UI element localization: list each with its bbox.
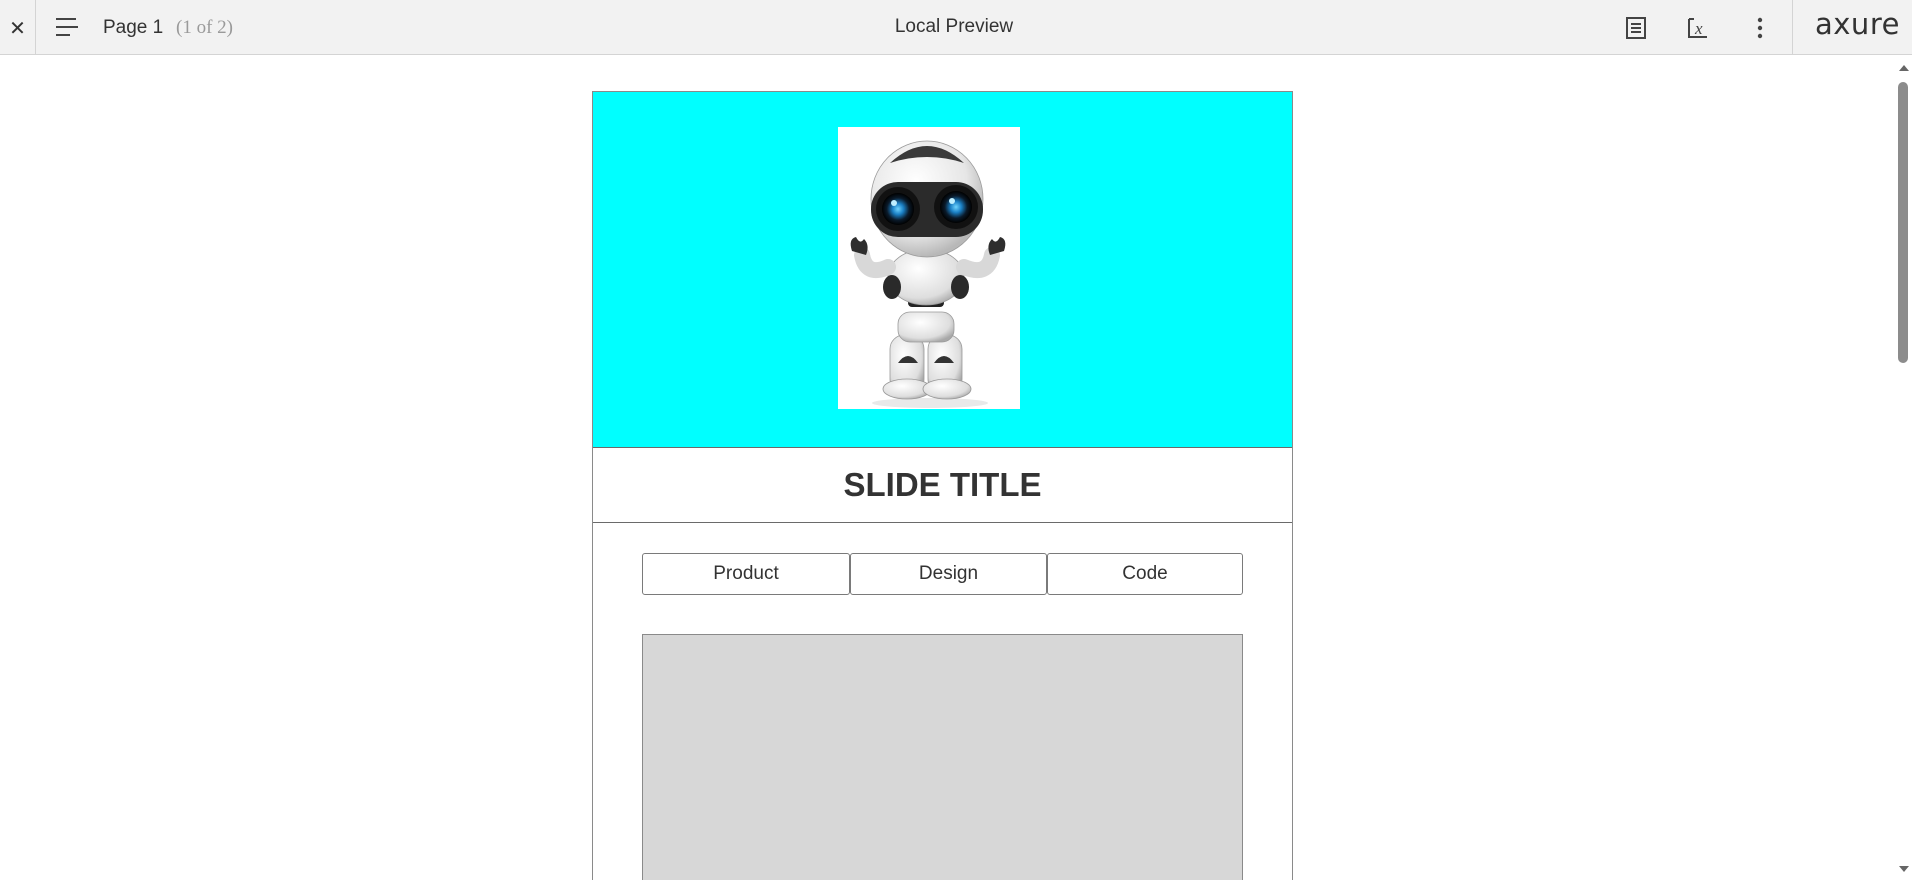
- robot-image: [838, 127, 1020, 409]
- scrollbar-thumb[interactable]: [1898, 82, 1908, 363]
- slide-title: SLIDE TITLE: [593, 448, 1292, 523]
- chevron-up-icon: [1899, 64, 1909, 71]
- toolbar-divider: [1792, 0, 1793, 55]
- content-panel: [642, 634, 1243, 880]
- slide: SLIDE TITLE Product Design Code: [592, 91, 1293, 880]
- robot-illustration: [850, 140, 1006, 408]
- scroll-down-arrow[interactable]: [1896, 862, 1912, 876]
- scroll-up-arrow[interactable]: [1896, 60, 1912, 74]
- notes-button[interactable]: [1622, 14, 1650, 42]
- more-options-icon: [1757, 17, 1763, 39]
- preview-toolbar: ✕ Page 1 (1 of 2) Local Preview x axure: [0, 0, 1912, 55]
- prototype-canvas: SLIDE TITLE Product Design Code: [0, 55, 1896, 880]
- more-options-button[interactable]: [1746, 14, 1774, 42]
- axure-logo[interactable]: axure: [1815, 7, 1900, 41]
- chevron-down-icon: [1899, 865, 1909, 872]
- tab-code[interactable]: Code: [1047, 553, 1243, 595]
- tab-bar: Product Design Code: [642, 553, 1243, 597]
- notes-icon: [1626, 17, 1646, 39]
- brand-text: axure: [1815, 7, 1900, 41]
- svg-text:x: x: [1694, 19, 1703, 38]
- tab-design[interactable]: Design: [850, 553, 1047, 595]
- variables-icon: x: [1688, 18, 1707, 38]
- variables-button[interactable]: x: [1684, 14, 1712, 42]
- tab-product[interactable]: Product: [642, 553, 850, 595]
- hero-banner: [593, 92, 1292, 448]
